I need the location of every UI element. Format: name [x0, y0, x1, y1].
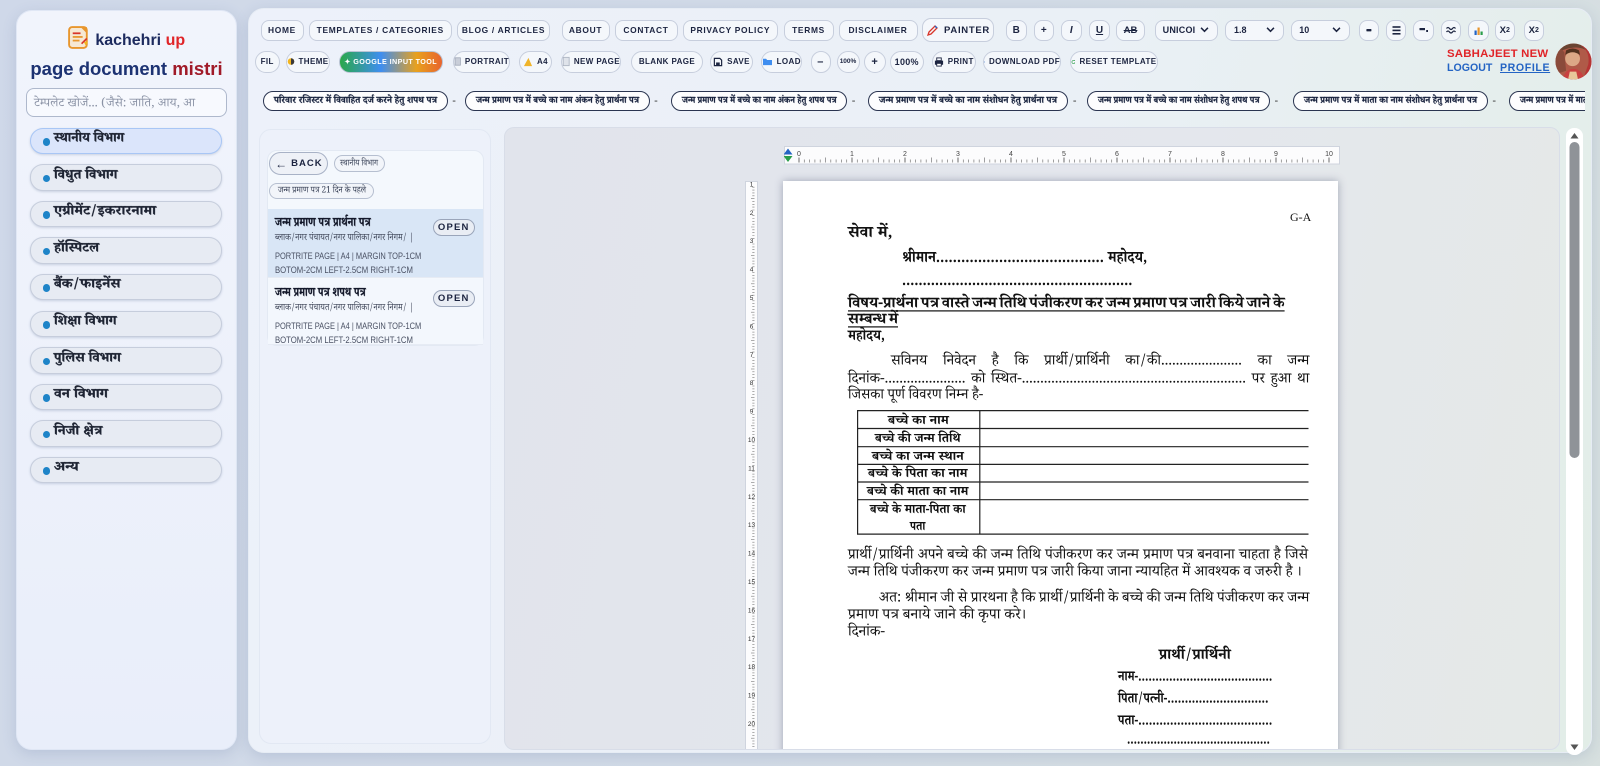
svg-text:9: 9 — [1274, 151, 1278, 158]
svg-text:21: 21 — [748, 749, 756, 750]
svg-text:2: 2 — [903, 151, 907, 158]
svg-text:7: 7 — [1168, 151, 1172, 158]
svg-text:8: 8 — [1221, 151, 1225, 158]
svg-text:3: 3 — [956, 151, 960, 158]
svg-text:0: 0 — [797, 151, 801, 158]
svg-text:1: 1 — [850, 151, 854, 158]
svg-text:6: 6 — [1115, 151, 1119, 158]
svg-text:10: 10 — [1325, 151, 1333, 158]
svg-text:5: 5 — [1062, 151, 1066, 158]
svg-text:4: 4 — [1009, 151, 1013, 158]
